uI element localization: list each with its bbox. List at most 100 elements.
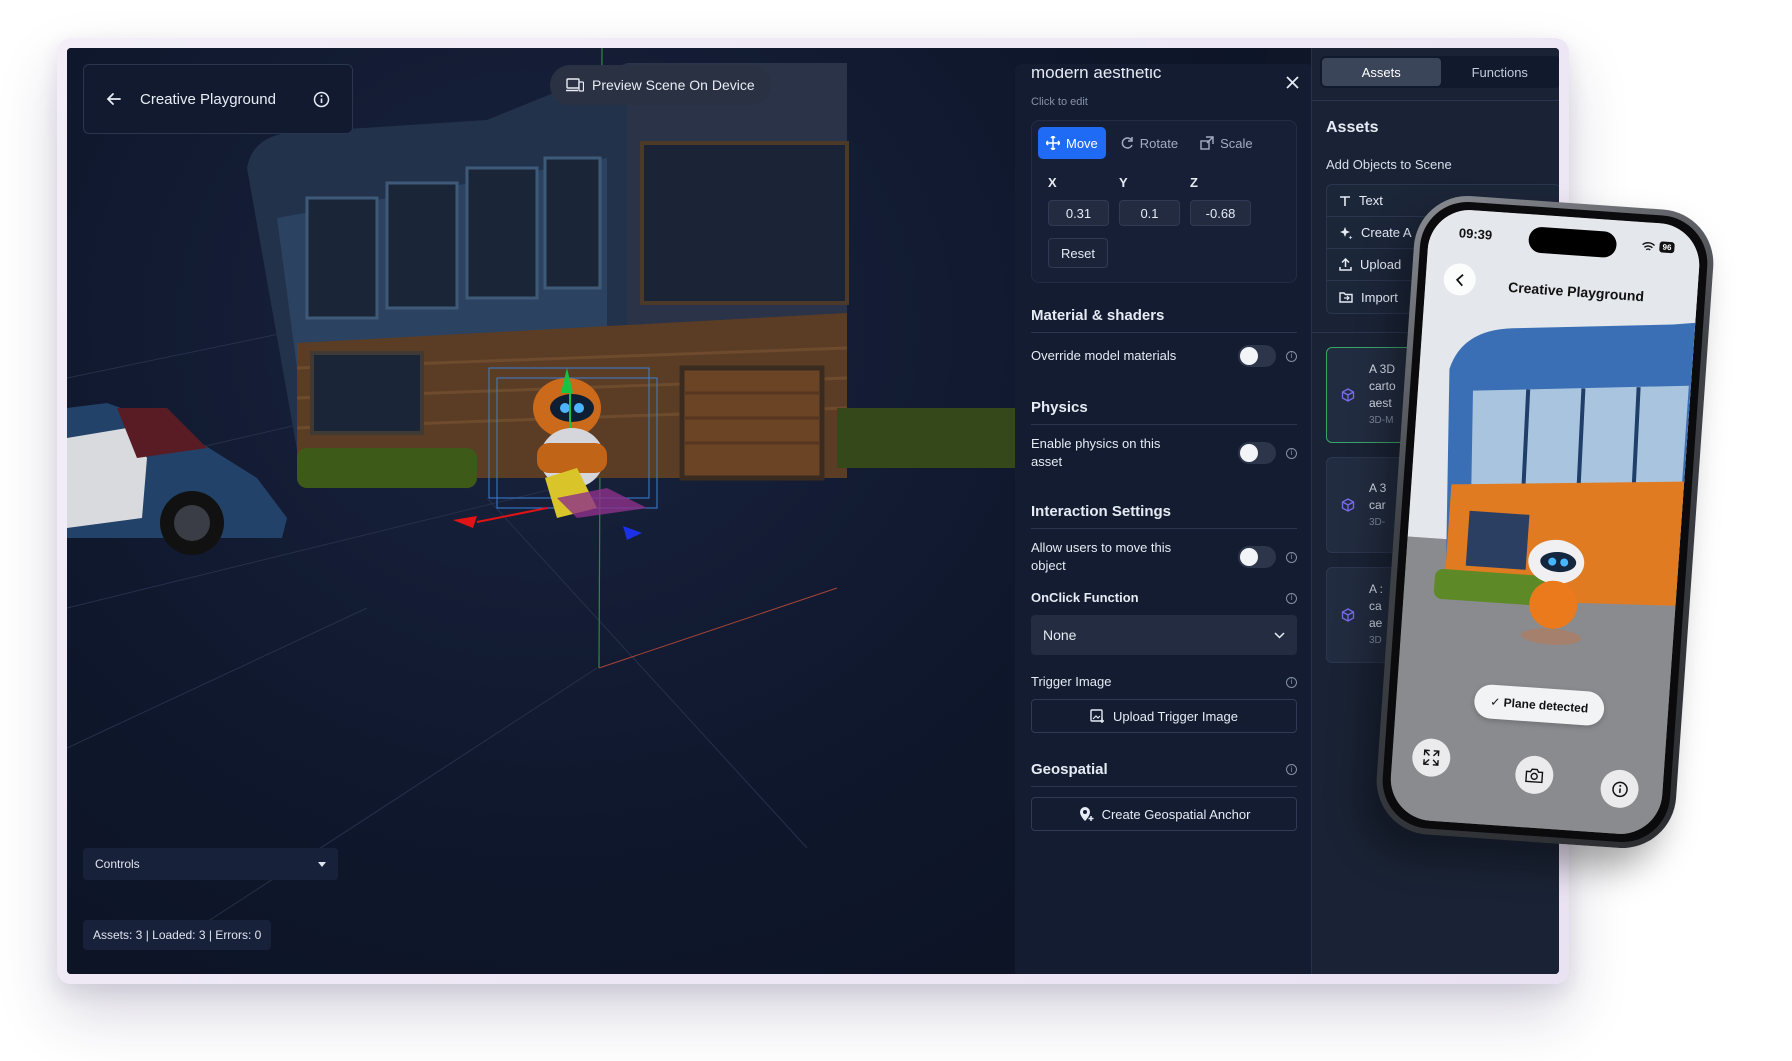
onclick-row: OnClick Function i [1031,589,1297,607]
scene-title-card: Creative Playground [83,64,353,134]
x-field-group: X 0.31 [1048,175,1109,226]
physics-setting: Enable physics on this asset i [1031,435,1297,471]
preview-label: Preview Scene On Device [592,77,755,93]
move-icon [1046,136,1060,150]
caret-down-icon [318,861,326,867]
asset-card-line: A 3D [1369,362,1396,376]
asset-card-type: 3D [1369,635,1382,646]
asset-card-line: car [1369,497,1386,512]
info-icon[interactable]: i [1286,551,1297,563]
y-field-group: Y 0.1 [1119,175,1180,226]
click-to-edit-hint: Click to edit [1031,96,1088,108]
map-pin-plus-icon [1078,806,1094,822]
rotate-tool-button[interactable]: Rotate [1112,127,1186,159]
expand-icon [1423,749,1440,766]
app-window: Creative Playground Preview Scene On Dev… [57,38,1569,984]
asset-card-text: A 3 car 3D- [1369,480,1386,531]
interaction-title: Interaction Settings [1031,503,1297,529]
scale-tool-button[interactable]: Scale [1192,127,1261,159]
camera-icon [1525,767,1544,783]
controls-dropdown[interactable]: Controls [83,848,338,880]
position-fields: X 0.31 Y 0.1 Z -0.68 [1036,175,1292,226]
allow-move-label: Allow users to move this object [1031,540,1172,573]
override-materials-controls: i [1238,345,1297,367]
scene-stats: Assets: 3 | Loaded: 3 | Errors: 0 [83,920,272,950]
onclick-label: OnClick Function [1031,590,1139,605]
geospatial-header: Geospatial i [1031,761,1297,787]
asset-card-type: 3D-M [1369,415,1394,426]
info-icon[interactable]: i [1286,676,1297,688]
y-label: Y [1119,175,1128,190]
battery-icon: 96 [1659,241,1675,254]
x-label: X [1048,175,1057,190]
close-icon[interactable] [1286,76,1299,89]
phone-mockup: 09:39 96 Creative Playground ✓ Plane det… [1373,192,1717,852]
upload-icon [1339,258,1352,271]
asset-card-text: A : ca ae 3D [1369,581,1383,649]
reset-button[interactable]: Reset [1048,238,1108,268]
scene-title: Creative Playground [140,90,276,108]
move-label: Move [1066,135,1098,151]
info-icon[interactable]: i [1286,764,1297,775]
transform-tools: Move Rotate Scale X 0.31 Y 0.1 Z -0.68 R… [1031,120,1297,283]
create-geospatial-anchor-button[interactable]: Create Geospatial Anchor [1031,797,1297,831]
wifi-icon [1641,241,1656,252]
asset-name[interactable]: modern aesthetic [1031,68,1297,86]
asset-card-line: ae [1369,616,1383,630]
move-tool-button[interactable]: Move [1038,127,1106,159]
cube-icon [1341,388,1355,402]
preview-on-device-button[interactable]: Preview Scene On Device [550,65,771,105]
onclick-value: None [1043,627,1077,643]
asset-card-line: aest [1369,396,1392,410]
properties-panel: modern aesthetic Click to edit Move Rota… [1015,64,1313,974]
import-label: Import [1361,289,1398,305]
image-upload-icon [1090,708,1105,724]
info-icon [1610,780,1628,798]
back-arrow-icon[interactable] [106,91,122,107]
cube-icon [1341,608,1355,622]
info-icon[interactable]: i [1286,447,1297,459]
add-objects-label: Add Objects to Scene [1326,157,1452,172]
controls-label: Controls [95,857,140,871]
override-materials-toggle[interactable] [1238,345,1276,367]
info-icon[interactable] [313,91,330,108]
phone-bezel: 09:39 96 Creative Playground ✓ Plane det… [1379,198,1711,846]
phone-screen: 09:39 96 Creative Playground ✓ Plane det… [1387,207,1703,837]
z-field-group: Z -0.68 [1190,175,1251,226]
app-screen: Creative Playground Preview Scene On Dev… [67,48,1559,974]
allow-move-controls: i [1238,546,1297,568]
scale-label: Scale [1220,135,1253,151]
asset-card-line: carto [1369,379,1396,393]
allow-move-setting: Allow users to move this object i [1031,539,1297,575]
allow-move-toggle[interactable] [1238,546,1276,568]
z-label: Z [1190,175,1198,190]
tab-assets[interactable]: Assets [1322,58,1441,86]
z-input[interactable]: -0.68 [1190,200,1251,226]
info-icon[interactable]: i [1286,592,1297,604]
status-time: 09:39 [1458,225,1493,243]
y-input[interactable]: 0.1 [1119,200,1180,226]
interaction-section: Interaction Settings Allow users to move… [1031,503,1297,733]
chevron-down-icon [1274,631,1285,639]
onclick-function-select[interactable]: None [1031,615,1297,655]
physics-section: Physics Enable physics on this asset i [1031,399,1297,471]
rotate-label: Rotate [1139,135,1179,151]
sparkle-icon [1339,226,1353,240]
import-icon [1339,291,1353,303]
info-icon[interactable]: i [1286,350,1297,362]
scale-icon [1200,136,1214,150]
upload-trigger-image-button[interactable]: Upload Trigger Image [1031,699,1297,733]
override-materials-setting: Override model materials i [1031,345,1297,367]
physics-label: Enable physics on this asset [1031,436,1161,469]
transform-mode-bar: Move Rotate Scale [1036,125,1292,161]
physics-toggle[interactable] [1238,442,1276,464]
x-input[interactable]: 0.31 [1048,200,1109,226]
trigger-image-row: Trigger Image i [1031,673,1297,691]
tab-functions[interactable]: Functions [1441,58,1560,86]
rotate-icon [1120,136,1134,150]
text-icon [1339,195,1351,207]
asset-card-line: A : [1369,582,1384,596]
devices-icon [566,78,584,92]
upload-label: Upload [1360,257,1402,272]
physics-title: Physics [1031,399,1297,425]
